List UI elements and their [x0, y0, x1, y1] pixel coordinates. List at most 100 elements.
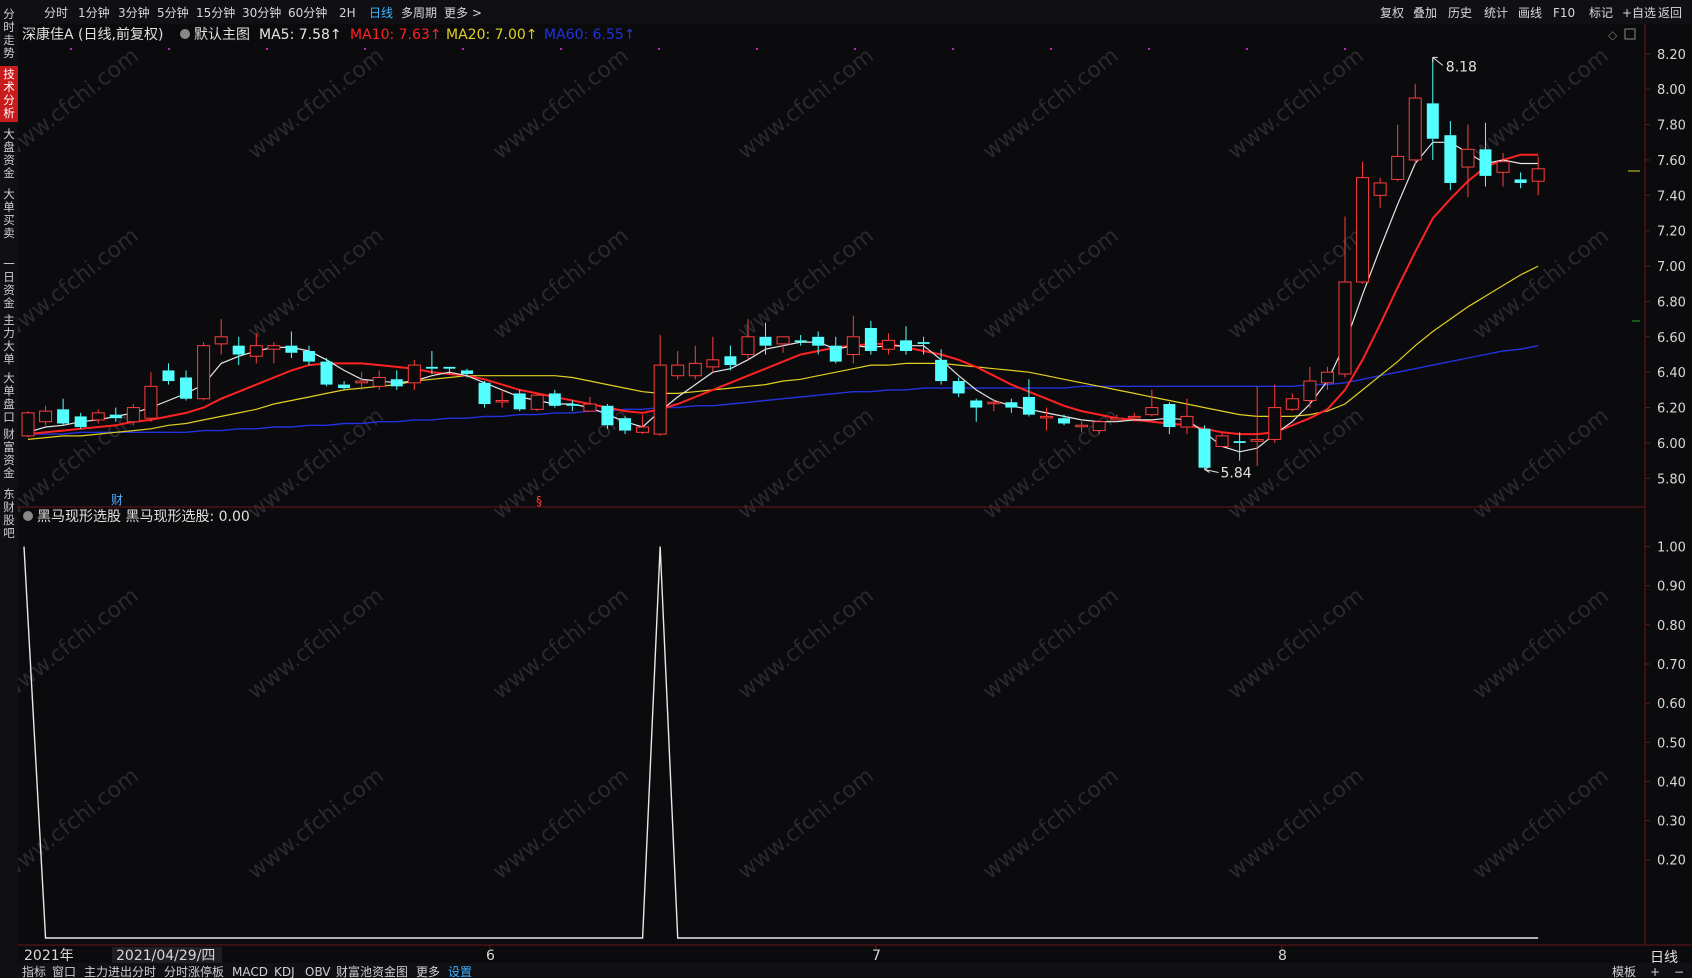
left-tab[interactable]: 分时走势 [3, 7, 15, 60]
bottom-tab[interactable]: 设置 [448, 965, 472, 978]
left-tab[interactable]: 财富资金 [3, 427, 15, 480]
toolbar-action[interactable]: 统计 [1484, 6, 1508, 20]
indicator-tick-label: 0.80 [1657, 619, 1686, 634]
toolbar-action[interactable]: +自选 [1622, 6, 1656, 20]
event-dot [70, 48, 72, 50]
ma60-label: MA60: 6.55↑ [544, 27, 636, 43]
toolbar-action[interactable]: 标记 [1589, 6, 1613, 20]
diamond-icon[interactable]: ◇ [1608, 28, 1618, 42]
indicator-settings-icon[interactable] [23, 511, 33, 521]
settings-circle-icon[interactable] [180, 29, 190, 39]
event-dot [658, 48, 660, 50]
left-tab[interactable]: 大单买卖 [3, 187, 15, 240]
toolbar-action[interactable]: 叠加 [1413, 6, 1437, 20]
price-tick-label: 8.00 [1657, 83, 1686, 98]
high-price-label: 8.18 [1446, 59, 1477, 75]
template-control[interactable]: 模板 [1612, 965, 1636, 978]
time-tick-label: 2021/04/29/四 [116, 948, 215, 964]
price-tick-label: 6.80 [1657, 295, 1686, 310]
low-price-label: 5.84 [1221, 465, 1252, 481]
period-tab[interactable]: 分时 [44, 6, 68, 20]
stock-title[interactable]: 深康佳A (日线,前复权) [22, 26, 163, 43]
finance-event-marker[interactable]: 财 [111, 493, 123, 507]
ma20-label: MA20: 7.00↑ [446, 27, 538, 43]
price-tick-label: 6.20 [1657, 402, 1686, 417]
left-tab[interactable]: 大单盘口 [3, 371, 15, 424]
price-tick-label: 6.60 [1657, 331, 1686, 346]
toolbar-action[interactable]: F10 [1553, 6, 1575, 20]
candle [601, 404, 614, 429]
bottom-tab[interactable]: 窗口 [52, 965, 76, 978]
period-tab[interactable]: 30分钟 [242, 5, 281, 20]
price-tick-label: 7.40 [1657, 189, 1686, 204]
left-tab[interactable]: 东财股吧 [3, 487, 15, 540]
price-tick-label: 7.00 [1657, 260, 1686, 275]
template-control[interactable]: + [1650, 965, 1660, 978]
candle [320, 358, 333, 387]
indicator-tick-label: 0.40 [1657, 775, 1686, 790]
left-tab[interactable]: 一日资金 [3, 257, 15, 310]
price-tick-label: 8.20 [1657, 48, 1686, 63]
time-tick-label: 2021年 [24, 948, 74, 964]
indicator-title[interactable]: 黑马现形选股 黑马现形选股: 0.00 [37, 509, 250, 525]
template-control[interactable]: − [1674, 965, 1684, 978]
indicator-header: 黑马现形选股 黑马现形选股: 0.00 [23, 509, 250, 525]
bottom-tab[interactable]: 主力进出分时 [84, 965, 156, 978]
event-dot [266, 48, 268, 50]
period-tab[interactable]: 5分钟 [157, 5, 189, 20]
candle [197, 342, 211, 401]
bottom-toolbar [18, 963, 1692, 978]
event-s-marker[interactable]: § [536, 494, 542, 508]
candle [478, 381, 491, 408]
bottom-tab[interactable]: 分时涨停板 [164, 964, 224, 978]
period-tab[interactable]: 2H [339, 6, 356, 20]
toolbar-action[interactable]: 历史 [1448, 6, 1472, 20]
chart-name[interactable]: 默认主图 [194, 27, 250, 43]
bottom-tab[interactable]: 财富池资金图 [336, 964, 408, 978]
period-tab[interactable]: 更多 > [444, 6, 482, 20]
candle [1198, 425, 1211, 470]
toolbar-action[interactable]: 画线 [1518, 6, 1542, 20]
left-tab[interactable]: 主力大单 [3, 313, 15, 366]
candle [1356, 161, 1370, 284]
ma5-label: MA5: 7.58↑ [259, 27, 342, 43]
indicator-tick-label: 0.20 [1657, 854, 1686, 869]
event-dot [364, 48, 366, 50]
bottom-tab[interactable]: MACD [232, 965, 268, 978]
price-tick-label: 6.40 [1657, 366, 1686, 381]
price-tick-label: 5.80 [1657, 472, 1686, 487]
toolbar-action[interactable]: 返回 [1658, 6, 1682, 20]
time-tick-label: 8 [1278, 948, 1287, 964]
period-tab[interactable]: 1分钟 [78, 5, 110, 20]
period-tab[interactable]: 多周期 [401, 6, 437, 20]
candle [21, 411, 35, 438]
left-tab[interactable]: 大盘资金 [3, 127, 15, 180]
period-tab[interactable]: 60分钟 [288, 5, 327, 20]
price-tick-label: 7.80 [1657, 119, 1686, 134]
toolbar-actions: 复权 叠加 历史 统计 画线 F10 标记 +自选 返回 [1380, 6, 1682, 20]
event-dot [756, 48, 758, 50]
period-tab[interactable]: 15分钟 [196, 5, 235, 20]
toolbar-action[interactable]: 复权 [1380, 6, 1404, 20]
period-tab[interactable]: 日线 [369, 6, 393, 20]
ma10-label: MA10: 7.63↑ [350, 27, 442, 43]
stock-chart-canvas[interactable]: www.cfchi.com www.cfchi.com www.cfchi.com w… [0, 0, 1692, 978]
price-tick-label: 6.00 [1657, 437, 1686, 452]
bottom-tab[interactable]: 更多 [416, 965, 440, 978]
bottom-tab[interactable]: 指标 [22, 964, 46, 978]
bottom-tab[interactable]: OBV [305, 965, 331, 978]
left-tab[interactable]: 技术分析 [3, 67, 15, 120]
time-tick-label: 6 [486, 948, 495, 964]
indicator-tabs: 指标 窗口 主力进出分时 分时涨停板 MACD KDJ OBV 财富池资金图 更多 设置 [22, 964, 472, 978]
indicator-tick-label: 0.30 [1657, 815, 1686, 830]
price-tick-label: 7.20 [1657, 225, 1686, 240]
event-dot [854, 48, 856, 50]
period-corner-label[interactable]: 日线 [1650, 950, 1678, 966]
indicator-tick-label: 1.00 [1657, 541, 1686, 556]
period-tab[interactable]: 3分钟 [118, 5, 150, 20]
price-tick-label: 7.60 [1657, 154, 1686, 169]
indicator-tick-label: 0.60 [1657, 697, 1686, 712]
bottom-tab[interactable]: KDJ [274, 965, 295, 978]
indicator-tick-label: 0.70 [1657, 658, 1686, 673]
time-tick-label: 7 [872, 948, 881, 964]
